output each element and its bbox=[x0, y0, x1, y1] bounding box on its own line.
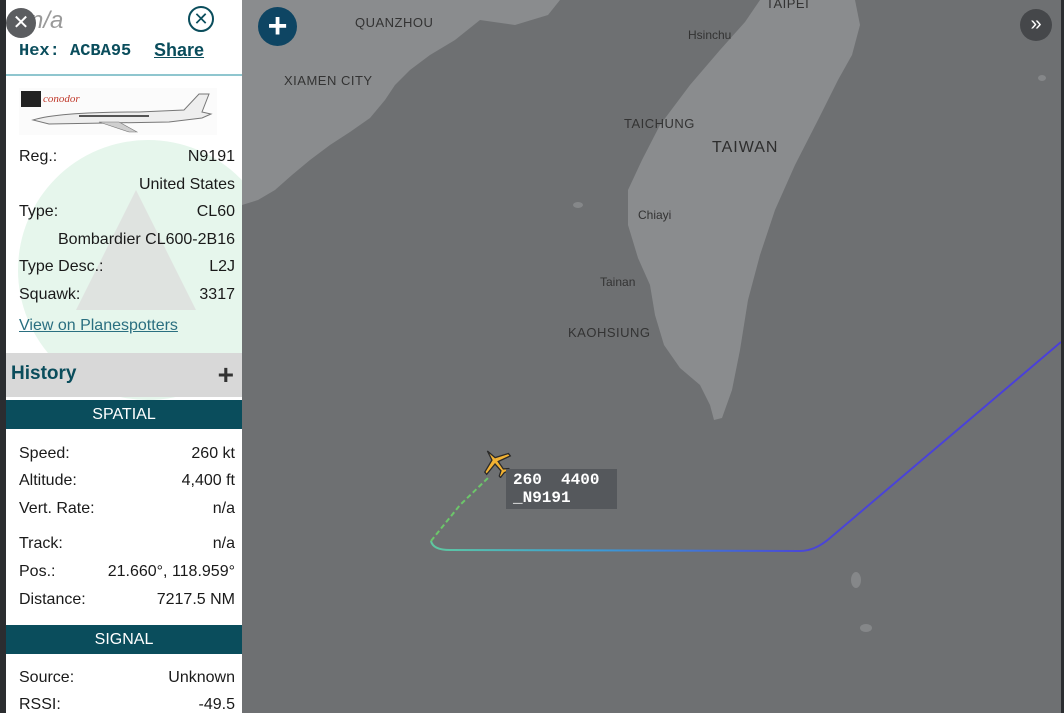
region-label: TAIWAN bbox=[712, 139, 779, 156]
share-link[interactable]: Share bbox=[154, 40, 204, 61]
info-label: Vert. Rate: bbox=[19, 500, 95, 517]
history-section-header[interactable]: History + bbox=[6, 353, 242, 397]
sidebar-header: n/a Hex: ACBA95 Share ✕ bbox=[6, 0, 242, 76]
info-label: Squawk: bbox=[19, 286, 81, 303]
info-value: 7217.5 NM bbox=[156, 591, 235, 608]
place-label: Hsinchu bbox=[688, 28, 732, 42]
info-value: 21.660°, 118.959° bbox=[107, 563, 235, 580]
signal-section-header: SIGNAL bbox=[6, 625, 242, 654]
planespotters-link[interactable]: View on Planespotters bbox=[19, 317, 178, 335]
info-value: Unknown bbox=[168, 669, 235, 686]
info-value: CL60 bbox=[196, 203, 235, 220]
island bbox=[1038, 75, 1046, 81]
watermark-logo bbox=[76, 190, 196, 310]
history-title: History bbox=[11, 363, 77, 384]
info-label: Type Desc.: bbox=[19, 258, 104, 275]
info-label: Reg.: bbox=[19, 148, 58, 165]
info-label: Distance: bbox=[19, 591, 86, 608]
info-value: -49.5 bbox=[198, 696, 235, 713]
info-label: Pos.: bbox=[19, 563, 56, 580]
info-value: N9191 bbox=[187, 148, 235, 165]
close-icon: ✕ bbox=[12, 12, 30, 34]
info-label: Track: bbox=[19, 535, 63, 552]
spatial-section-header: SPATIAL bbox=[6, 400, 242, 429]
info-label: Type: bbox=[19, 203, 59, 220]
zoom-in-button[interactable]: + bbox=[258, 7, 297, 46]
aircraft-label[interactable]: 260 4400 _N9191 bbox=[506, 469, 617, 509]
place-label: TAICHUNG bbox=[624, 116, 695, 131]
place-label: Chiayi bbox=[638, 208, 672, 222]
aircraft-photo: conodor bbox=[21, 91, 213, 133]
info-value: L2J bbox=[209, 258, 235, 275]
aircraft-label-speed-alt: 260 4400 bbox=[513, 471, 600, 489]
place-label: KAOHSIUNG bbox=[568, 325, 651, 340]
close-icon[interactable]: ✕ bbox=[188, 6, 214, 32]
aircraft-thumbnail[interactable]: conodor bbox=[19, 88, 217, 135]
info-value: 3317 bbox=[199, 286, 235, 303]
island bbox=[851, 572, 861, 588]
info-value: Bombardier CL600-2B16 bbox=[58, 231, 235, 248]
info-value: n/a bbox=[212, 535, 235, 552]
place-label: XIAMEN CITY bbox=[284, 73, 373, 88]
info-label: Source: bbox=[19, 669, 75, 686]
logo-text: conodor bbox=[43, 93, 80, 105]
aircraft-info-sidebar: n/a Hex: ACBA95 Share ✕ conodor Reg.: N9… bbox=[6, 0, 242, 713]
expand-sidebar-button[interactable]: » bbox=[1020, 9, 1052, 41]
island bbox=[860, 624, 872, 632]
info-value: n/a bbox=[212, 500, 235, 517]
map-view[interactable]: QUANZHOU TAIPEI Hsinchu XIAMEN CITY TAIC… bbox=[242, 0, 1061, 713]
expand-plus-icon[interactable]: + bbox=[218, 361, 234, 389]
plus-icon: + bbox=[267, 7, 288, 45]
info-label: Altitude: bbox=[19, 472, 77, 489]
hex-code: Hex: ACBA95 bbox=[19, 42, 132, 61]
close-panel-button[interactable]: ✕ bbox=[6, 8, 36, 38]
place-label: Tainan bbox=[600, 275, 636, 289]
info-value: United States bbox=[138, 176, 235, 193]
aircraft-label-reg: _N9191 bbox=[513, 489, 571, 507]
info-value: 4,400 ft bbox=[181, 472, 235, 489]
info-label: RSSI: bbox=[19, 696, 61, 713]
double-chevron-right-icon: » bbox=[1030, 13, 1042, 35]
info-label: Speed: bbox=[19, 445, 70, 462]
island bbox=[573, 202, 583, 208]
info-value: 260 kt bbox=[191, 445, 235, 462]
place-label: TAIPEI bbox=[766, 0, 810, 11]
map-canvas[interactable] bbox=[242, 0, 1061, 713]
place-label: QUANZHOU bbox=[355, 15, 434, 30]
